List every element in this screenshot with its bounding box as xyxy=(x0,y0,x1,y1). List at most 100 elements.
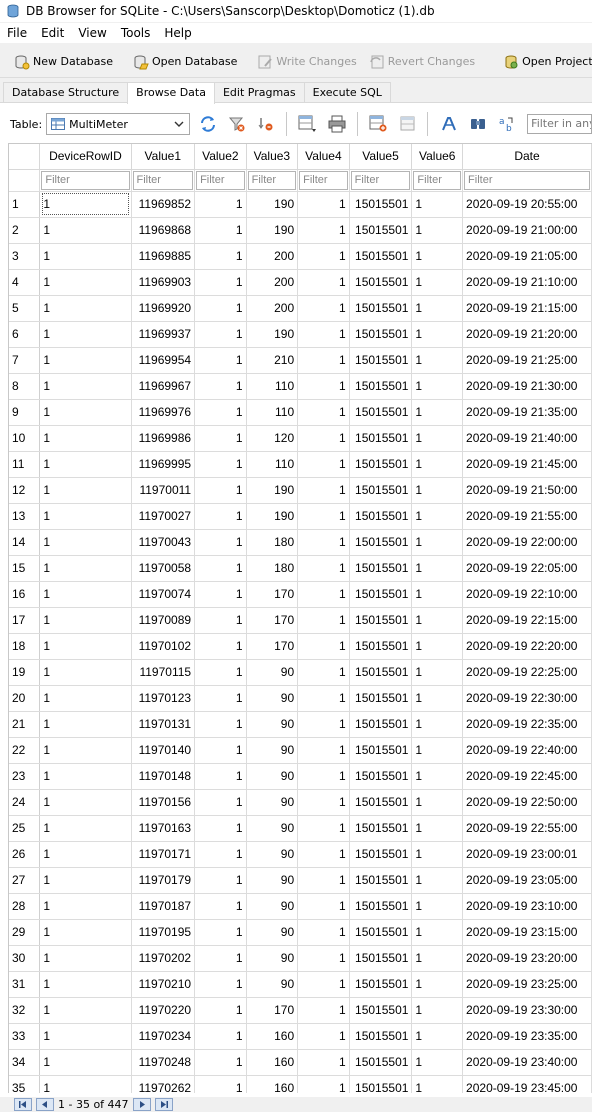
cell-devicerowid[interactable]: 1 xyxy=(39,217,132,244)
cell-value3[interactable]: 90 xyxy=(246,711,299,738)
cell-value2[interactable]: 1 xyxy=(194,399,247,426)
cell-value1[interactable]: 11969967 xyxy=(131,373,196,400)
print-button[interactable] xyxy=(325,112,349,136)
cell-value1[interactable]: 11970234 xyxy=(131,1023,196,1050)
cell-value3[interactable]: 180 xyxy=(246,555,299,582)
cell-value6[interactable]: 1 xyxy=(411,763,464,790)
cell-value4[interactable]: 1 xyxy=(297,243,350,270)
cell-devicerowid[interactable]: 1 xyxy=(39,529,132,556)
cell-devicerowid[interactable]: 1 xyxy=(39,425,132,452)
column-header-value4[interactable]: Value4 xyxy=(297,144,350,170)
cell-value6[interactable]: 1 xyxy=(411,373,464,400)
cell-value3[interactable]: 120 xyxy=(246,425,299,452)
cell-value4[interactable]: 1 xyxy=(297,347,350,374)
cell-date[interactable]: 2020-09-19 22:10:00 xyxy=(462,581,592,608)
column-header-value5[interactable]: Value5 xyxy=(349,144,413,170)
cell-value3[interactable]: 90 xyxy=(246,659,299,686)
cell-value3[interactable]: 90 xyxy=(246,841,299,868)
cell-value5[interactable]: 15015501 xyxy=(349,659,413,686)
cell-value2[interactable]: 1 xyxy=(194,477,247,504)
cell-devicerowid[interactable]: 1 xyxy=(39,685,132,712)
cell-date[interactable]: 2020-09-19 22:00:00 xyxy=(462,529,592,556)
cell-value3[interactable]: 190 xyxy=(246,191,299,218)
cell-date[interactable]: 2020-09-19 21:50:00 xyxy=(462,477,592,504)
cell-date[interactable]: 2020-09-19 23:20:00 xyxy=(462,945,592,972)
cell-value1[interactable]: 11970262 xyxy=(131,1075,196,1093)
cell-value2[interactable]: 1 xyxy=(194,1075,247,1093)
cell-value1[interactable]: 11969903 xyxy=(131,269,196,296)
filter-input-value2[interactable]: Filter xyxy=(196,170,245,190)
cell-value3[interactable]: 200 xyxy=(246,295,299,322)
cell-value6[interactable]: 1 xyxy=(411,295,464,322)
cell-value4[interactable]: 1 xyxy=(297,477,350,504)
cell-date[interactable]: 2020-09-19 21:05:00 xyxy=(462,243,592,270)
cell-value5[interactable]: 15015501 xyxy=(349,191,413,218)
column-header-value6[interactable]: Value6 xyxy=(411,144,464,170)
column-header-value3[interactable]: Value3 xyxy=(246,144,299,170)
row-number[interactable]: 8 xyxy=(9,373,41,400)
cell-date[interactable]: 2020-09-19 22:15:00 xyxy=(462,607,592,634)
cell-date[interactable]: 2020-09-19 23:15:00 xyxy=(462,919,592,946)
cell-value1[interactable]: 11970123 xyxy=(131,685,196,712)
cell-value2[interactable]: 1 xyxy=(194,919,247,946)
cell-value6[interactable]: 1 xyxy=(411,867,464,894)
cell-value5[interactable]: 15015501 xyxy=(349,893,413,920)
write-changes-button[interactable]: Write Changes xyxy=(251,49,362,75)
menu-tools[interactable]: Tools xyxy=(114,26,158,40)
row-number[interactable]: 33 xyxy=(9,1023,41,1050)
cell-value2[interactable]: 1 xyxy=(194,789,247,816)
row-number[interactable]: 26 xyxy=(9,841,41,868)
cell-value4[interactable]: 1 xyxy=(297,737,350,764)
cell-value5[interactable]: 15015501 xyxy=(349,581,413,608)
cell-date[interactable]: 2020-09-19 21:30:00 xyxy=(462,373,592,400)
column-header-value2[interactable]: Value2 xyxy=(194,144,247,170)
filter-all-input[interactable]: Filter in any xyxy=(527,114,592,134)
cell-value6[interactable]: 1 xyxy=(411,451,464,478)
cell-value6[interactable]: 1 xyxy=(411,399,464,426)
row-number[interactable]: 31 xyxy=(9,971,41,998)
cell-date[interactable]: 2020-09-19 23:35:00 xyxy=(462,1023,592,1050)
cell-devicerowid[interactable]: 1 xyxy=(39,815,132,842)
row-number[interactable]: 20 xyxy=(9,685,41,712)
refresh-button[interactable] xyxy=(196,112,220,136)
cell-value3[interactable]: 90 xyxy=(246,945,299,972)
next-record-button[interactable] xyxy=(132,1098,151,1111)
cell-devicerowid[interactable]: 1 xyxy=(39,477,132,504)
row-number[interactable]: 13 xyxy=(9,503,41,530)
cell-value2[interactable]: 1 xyxy=(194,555,247,582)
cell-value2[interactable]: 1 xyxy=(194,425,247,452)
row-number[interactable]: 16 xyxy=(9,581,41,608)
cell-value5[interactable]: 15015501 xyxy=(349,867,413,894)
cell-value2[interactable]: 1 xyxy=(194,503,247,530)
cell-date[interactable]: 2020-09-19 23:10:00 xyxy=(462,893,592,920)
cell-value2[interactable]: 1 xyxy=(194,945,247,972)
cell-value1[interactable]: 11970220 xyxy=(131,997,196,1024)
filter-input-value6[interactable]: Filter xyxy=(413,170,462,190)
cell-date[interactable]: 2020-09-19 22:20:00 xyxy=(462,633,592,660)
cell-value2[interactable]: 1 xyxy=(194,685,247,712)
cell-value5[interactable]: 15015501 xyxy=(349,477,413,504)
row-number[interactable]: 12 xyxy=(9,477,41,504)
cell-value2[interactable]: 1 xyxy=(194,607,247,634)
cell-value6[interactable]: 1 xyxy=(411,321,464,348)
open-database-button[interactable]: Open Database xyxy=(127,49,243,75)
cell-devicerowid[interactable]: 1 xyxy=(39,867,132,894)
cell-value5[interactable]: 15015501 xyxy=(349,737,413,764)
cell-date[interactable]: 2020-09-19 21:35:00 xyxy=(462,399,592,426)
cell-value1[interactable]: 11970102 xyxy=(131,633,196,660)
row-number[interactable]: 19 xyxy=(9,659,41,686)
cell-devicerowid[interactable]: 1 xyxy=(39,711,132,738)
cell-date[interactable]: 2020-09-19 23:45:00 xyxy=(462,1075,592,1093)
cell-value3[interactable]: 200 xyxy=(246,269,299,296)
cell-value3[interactable]: 90 xyxy=(246,789,299,816)
cell-value1[interactable]: 11970248 xyxy=(131,1049,196,1076)
cell-devicerowid[interactable]: 1 xyxy=(39,659,132,686)
cell-value4[interactable]: 1 xyxy=(297,633,350,660)
cell-value6[interactable]: 1 xyxy=(411,269,464,296)
cell-devicerowid[interactable]: 1 xyxy=(39,737,132,764)
cell-value2[interactable]: 1 xyxy=(194,269,247,296)
cell-value2[interactable]: 1 xyxy=(194,321,247,348)
save-view-button[interactable] xyxy=(296,112,320,136)
row-number[interactable]: 30 xyxy=(9,945,41,972)
cell-value2[interactable]: 1 xyxy=(194,737,247,764)
